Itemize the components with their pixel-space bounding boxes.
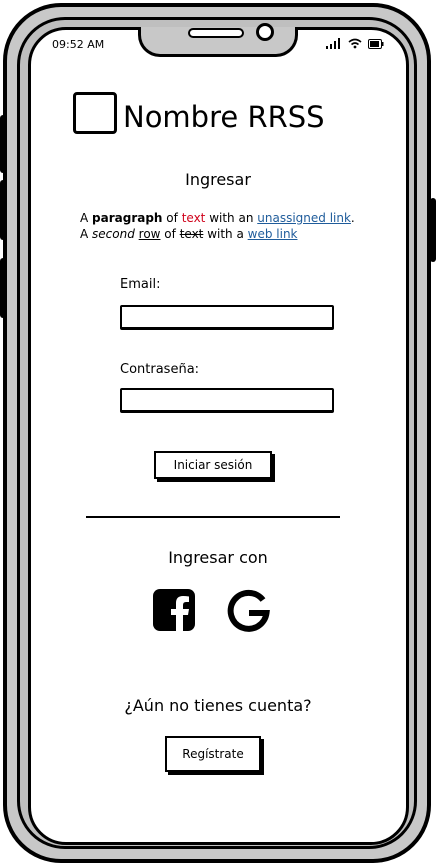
wifi-icon xyxy=(348,38,362,49)
status-icons xyxy=(326,38,384,49)
battery-icon xyxy=(368,38,384,49)
side-button-left-2 xyxy=(0,180,6,240)
google-icon[interactable] xyxy=(227,588,271,632)
signal-icon xyxy=(326,38,340,49)
side-button-left-1 xyxy=(0,115,6,173)
login-button[interactable]: Iniciar sesión xyxy=(154,451,272,479)
logo-placeholder xyxy=(73,92,117,134)
social-heading: Ingresar con xyxy=(168,548,268,567)
password-field[interactable] xyxy=(120,388,334,412)
divider xyxy=(86,516,340,518)
email-label: Email: xyxy=(120,277,161,292)
side-button-right xyxy=(430,198,436,262)
speaker xyxy=(188,28,244,38)
status-time: 09:52 AM xyxy=(52,38,105,51)
app-title: Nombre RRSS xyxy=(123,100,325,134)
login-heading: Ingresar xyxy=(185,170,251,189)
screen xyxy=(28,27,409,845)
facebook-icon[interactable] xyxy=(152,588,196,632)
email-field[interactable] xyxy=(120,305,334,329)
camera xyxy=(256,23,274,41)
side-button-left-3 xyxy=(0,258,6,318)
web-link[interactable]: web link xyxy=(248,227,298,241)
unassigned-link[interactable]: unassigned link xyxy=(257,211,351,225)
register-button[interactable]: Regístrate xyxy=(165,736,261,772)
password-label: Contraseña: xyxy=(120,362,200,377)
info-paragraph: A paragraph of text with an unassigned l… xyxy=(80,210,355,242)
paragraph-line-2: A second row of text with a web link xyxy=(80,227,298,241)
register-prompt: ¿Aún no tienes cuenta? xyxy=(124,696,312,715)
paragraph-line-1: A paragraph of text with an unassigned l… xyxy=(80,211,355,225)
